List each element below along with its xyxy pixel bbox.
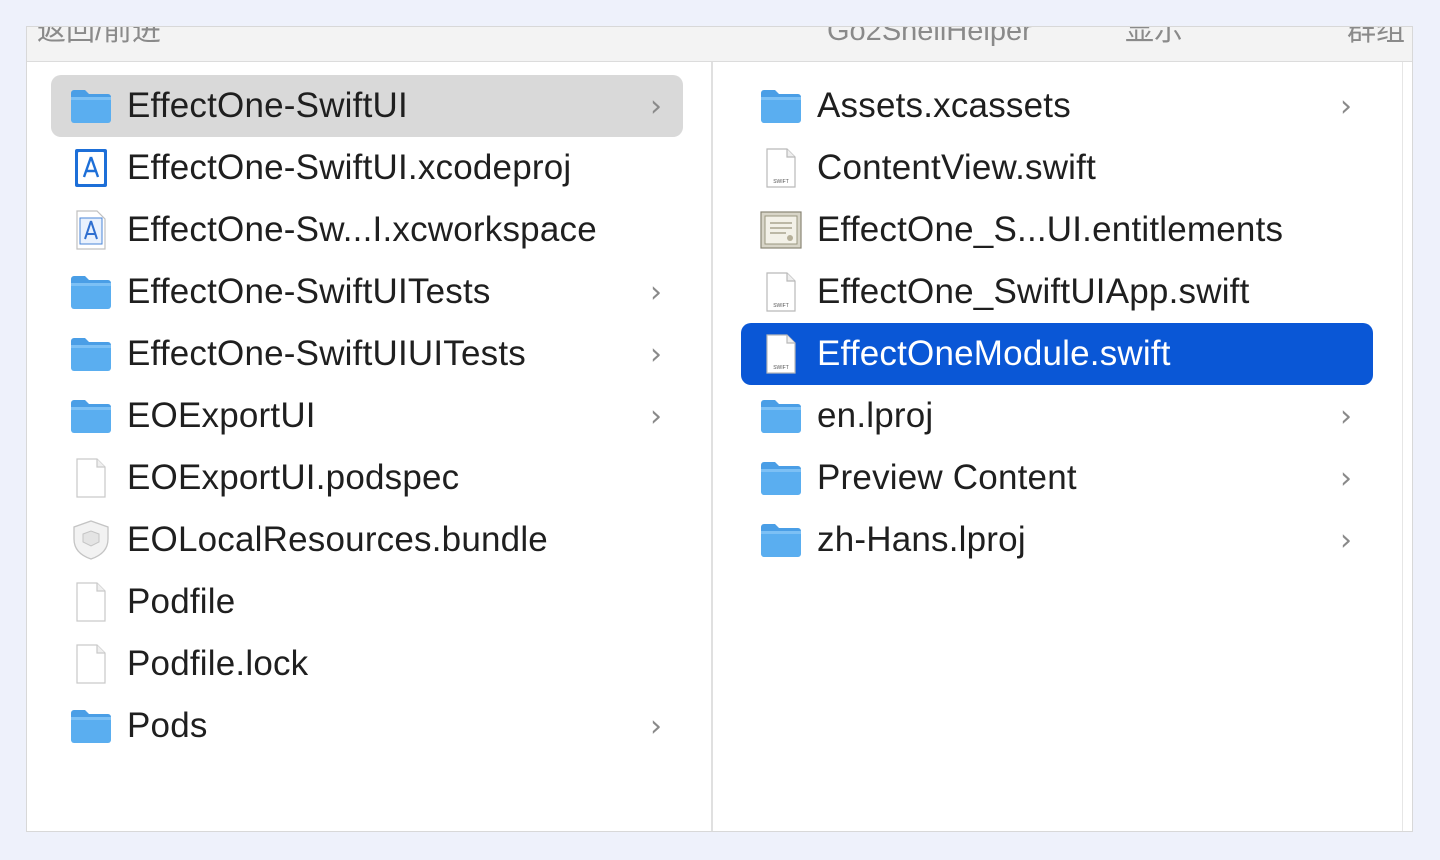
file-row[interactable]: Podfile xyxy=(51,571,683,633)
file-row[interactable]: SWIFT ContentView.swift xyxy=(741,137,1373,199)
column-divider-right[interactable] xyxy=(1402,62,1403,831)
item-label: Podfile.lock xyxy=(127,644,309,683)
chevron-right-icon[interactable]: › xyxy=(1331,89,1361,124)
folder-icon xyxy=(69,704,113,748)
item-label: EffectOne-Sw...I.xcworkspace xyxy=(127,210,597,249)
folder-row[interactable]: en.lproj › xyxy=(741,385,1373,447)
chevron-right-icon[interactable]: › xyxy=(1331,523,1361,558)
file-row[interactable]: SWIFT EffectOne_SwiftUIApp.swift xyxy=(741,261,1373,323)
chevron-right-icon[interactable]: › xyxy=(641,709,671,744)
item-label: EffectOne_SwiftUIApp.swift xyxy=(817,272,1250,311)
certificate-icon xyxy=(759,208,803,252)
back-forward-button[interactable]: 返回/前进 xyxy=(37,27,161,49)
item-label: zh-Hans.lproj xyxy=(817,520,1026,559)
folder-icon xyxy=(759,84,803,128)
svg-text:SWIFT: SWIFT xyxy=(773,179,789,185)
group-button[interactable]: 群组 xyxy=(1347,27,1405,49)
svg-text:SWIFT: SWIFT xyxy=(773,303,789,309)
folder-icon xyxy=(759,456,803,500)
svg-text:SWIFT: SWIFT xyxy=(773,365,789,371)
folder-icon xyxy=(759,394,803,438)
chevron-right-icon[interactable]: › xyxy=(1331,399,1361,434)
item-label: Podfile xyxy=(127,582,236,621)
item-label: ContentView.swift xyxy=(817,148,1097,187)
swift-file-icon: SWIFT xyxy=(759,270,803,314)
file-row[interactable]: SWIFT EffectOneModule.swift xyxy=(741,323,1373,385)
file-row[interactable]: EffectOne-Sw...I.xcworkspace xyxy=(51,199,683,261)
document-icon xyxy=(69,456,113,500)
chevron-right-icon[interactable]: › xyxy=(641,399,671,434)
folder-row[interactable]: EffectOne-SwiftUIUITests › xyxy=(51,323,683,385)
folder-icon xyxy=(69,394,113,438)
view-button[interactable]: 显示 xyxy=(1125,27,1183,49)
folder-icon xyxy=(759,518,803,562)
item-label: Assets.xcassets xyxy=(817,86,1071,125)
folder-row[interactable]: EffectOne-SwiftUITests › xyxy=(51,261,683,323)
xcworkspace-icon xyxy=(69,208,113,252)
document-icon xyxy=(69,642,113,686)
item-label: EOExportUI.podspec xyxy=(127,458,460,497)
item-label: EOExportUI xyxy=(127,396,316,435)
folder-row[interactable]: Pods › xyxy=(51,695,683,757)
file-row[interactable]: EffectOne-SwiftUI.xcodeproj xyxy=(51,137,683,199)
item-label: EffectOne-SwiftUITests xyxy=(127,272,491,311)
item-label: EOLocalResources.bundle xyxy=(127,520,548,559)
item-label: EffectOne_S...UI.entitlements xyxy=(817,210,1284,249)
file-row[interactable]: EOExportUI.podspec xyxy=(51,447,683,509)
document-icon xyxy=(69,580,113,624)
finder-window: 返回/前进 Go2ShellHelper 显示 群组 EffectOne-Swi… xyxy=(26,26,1413,832)
item-label: EffectOneModule.swift xyxy=(817,334,1171,373)
item-label: EffectOne-SwiftUI xyxy=(127,86,408,125)
xcodeproj-icon xyxy=(69,146,113,190)
chevron-right-icon[interactable]: › xyxy=(641,275,671,310)
window-title: Go2ShellHelper xyxy=(827,26,1032,47)
folder-row[interactable]: EffectOne-SwiftUI › xyxy=(51,75,683,137)
folder-icon xyxy=(69,270,113,314)
chevron-right-icon[interactable]: › xyxy=(1331,461,1361,496)
chevron-right-icon[interactable]: › xyxy=(641,89,671,124)
toolbar: 返回/前进 Go2ShellHelper 显示 群组 xyxy=(27,27,1412,62)
file-row[interactable]: Podfile.lock xyxy=(51,633,683,695)
folder-row[interactable]: Preview Content › xyxy=(741,447,1373,509)
column-divider[interactable] xyxy=(711,62,713,831)
item-label: EffectOne-SwiftUIUITests xyxy=(127,334,526,373)
swift-file-icon: SWIFT xyxy=(759,146,803,190)
item-label: Pods xyxy=(127,706,208,745)
folder-row[interactable]: Assets.xcassets › xyxy=(741,75,1373,137)
file-row[interactable]: EffectOne_S...UI.entitlements xyxy=(741,199,1373,261)
file-row[interactable]: EOLocalResources.bundle xyxy=(51,509,683,571)
bundle-icon xyxy=(69,518,113,562)
chevron-right-icon[interactable]: › xyxy=(641,337,671,372)
folder-row[interactable]: zh-Hans.lproj › xyxy=(741,509,1373,571)
item-label: en.lproj xyxy=(817,396,934,435)
folder-icon xyxy=(69,332,113,376)
folder-icon xyxy=(69,84,113,128)
swift-file-icon: SWIFT xyxy=(759,332,803,376)
item-label: EffectOne-SwiftUI.xcodeproj xyxy=(127,148,572,187)
folder-row[interactable]: EOExportUI › xyxy=(51,385,683,447)
item-label: Preview Content xyxy=(817,458,1077,497)
